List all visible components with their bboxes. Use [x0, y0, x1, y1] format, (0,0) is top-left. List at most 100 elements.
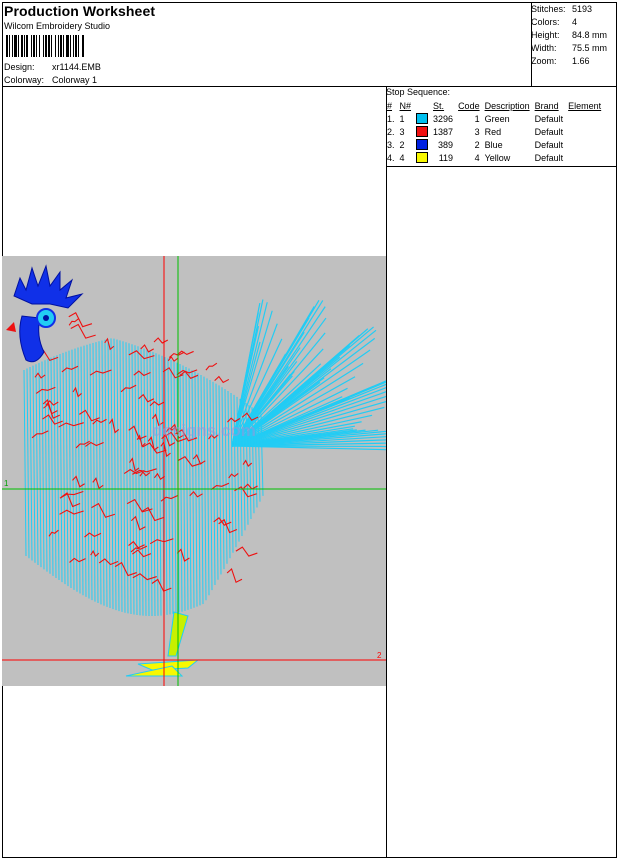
- num-cell: 3.: [387, 139, 395, 150]
- col-header-brand: Brand: [534, 100, 559, 111]
- color-swatch: [416, 152, 429, 164]
- body-stitch: [170, 359, 174, 614]
- red-stitch: [128, 425, 147, 440]
- col-header-description: Description: [484, 100, 530, 111]
- col-header-code: Code: [458, 100, 480, 111]
- stop-sequence-title: Stop Sequence:: [386, 87, 451, 97]
- colorway-label: Colorway:: [4, 75, 45, 85]
- body-stitch: [47, 358, 51, 574]
- stats-panel: Stitches: 5193 Colors: 4 Height: 84.8 mm Wi…: [531, 3, 607, 68]
- body-stitch: [224, 389, 228, 564]
- stop-sequence-table: # N# St. Code Description Brand Element …: [385, 99, 604, 164]
- col-header-stitches: St.: [433, 100, 445, 111]
- red-stitch: [72, 386, 82, 398]
- body-stitch: [206, 378, 210, 596]
- stat-value: 1.66: [572, 56, 590, 66]
- body-stitch: [221, 387, 225, 570]
- stat-zoom: Zoom: 1.66: [531, 55, 607, 68]
- stat-width: Width: 75.5 mm: [531, 42, 607, 55]
- design-row: Design: xr1144.EMB: [4, 62, 101, 72]
- body-stitch: [149, 350, 153, 617]
- red-stitch: [58, 422, 84, 428]
- col-header-element: Element: [568, 100, 602, 111]
- body-stitch: [50, 357, 54, 576]
- comb-icon: [6, 264, 84, 363]
- stat-value: 5193: [572, 4, 593, 14]
- body-stitch: [38, 362, 42, 568]
- red-stitch: [104, 337, 115, 351]
- body-stitch: [68, 350, 72, 589]
- body-stitch: [218, 385, 222, 575]
- body-stitch: [23, 369, 27, 557]
- barcode-bar: [84, 35, 85, 57]
- body-stitch: [152, 351, 156, 616]
- num-cell: 2.: [387, 126, 395, 137]
- body-stitch: [32, 365, 36, 563]
- body-stitch: [128, 343, 132, 615]
- color-swatch: [416, 113, 429, 125]
- red-stitch: [228, 472, 239, 479]
- body-stitch: [113, 338, 117, 611]
- stitches-cell: 119: [438, 152, 454, 163]
- needle-cell: 4: [399, 152, 405, 163]
- body-stitch: [107, 339, 111, 609]
- element-cell: [566, 112, 604, 125]
- body-stitch: [122, 341, 126, 613]
- body-stitch: [179, 364, 183, 612]
- body-stitch: [35, 364, 39, 565]
- body-stitch: [164, 357, 168, 615]
- element-cell: [566, 125, 604, 138]
- body-stitch: [158, 354, 162, 616]
- red-stitch: [214, 375, 230, 384]
- description-cell: Yellow: [484, 152, 511, 163]
- needle-cell: 2: [399, 139, 405, 150]
- stat-label: Zoom:: [531, 56, 557, 66]
- red-stitch: [226, 568, 243, 584]
- stat-value: 84.8 mm: [572, 30, 608, 40]
- table-header-row: # N# St. Code Description Brand Element: [385, 99, 604, 112]
- table-row: 1. 1 3296 1 Green Default: [385, 112, 604, 125]
- body-stitch: [62, 352, 66, 585]
- red-stitch: [72, 475, 85, 488]
- stitches-cell: 1387: [433, 126, 454, 137]
- stat-label: Height:: [531, 30, 560, 40]
- body-stitch: [98, 341, 102, 605]
- watermark: designs.com: [152, 421, 256, 440]
- red-stitch: [59, 509, 84, 515]
- body-stitch: [104, 339, 108, 607]
- body-stitch: [92, 342, 96, 602]
- body-stitch: [86, 344, 90, 599]
- body-stitch: [77, 347, 81, 594]
- body-stitch: [185, 367, 189, 610]
- body-stitch: [56, 355, 60, 581]
- body-stitch: [119, 340, 123, 612]
- col-header-swatch: [414, 99, 431, 112]
- red-stitch: [153, 337, 169, 344]
- stops-divider: [386, 166, 617, 167]
- color-swatch: [416, 126, 429, 138]
- body-stitch: [143, 348, 147, 616]
- body-stitch: [26, 368, 30, 559]
- swatch-cell: [414, 151, 431, 164]
- code-cell: 3: [474, 126, 480, 137]
- colorway-row: Colorway: Colorway 1: [4, 75, 97, 85]
- stat-stitches: Stitches: 5193: [531, 3, 607, 16]
- software-name: Wilcom Embroidery Studio: [4, 21, 111, 31]
- body-stitch: [227, 391, 231, 559]
- body-stitch: [167, 358, 171, 615]
- table-row: 3. 2 389 2 Blue Default: [385, 138, 604, 151]
- needle-cell: 1: [399, 113, 405, 124]
- stitches-cell: 389: [438, 139, 454, 150]
- embroidery-artwork: 1 2: [2, 256, 386, 686]
- barcode: [6, 35, 128, 57]
- needle-cell: 3: [399, 126, 405, 137]
- element-cell: [566, 151, 604, 164]
- table-row: 2. 3 1387 3 Red Default: [385, 125, 604, 138]
- red-stitch: [235, 546, 258, 557]
- body-stitch: [65, 351, 69, 587]
- body-stitch: [203, 376, 207, 601]
- guide-marker-2: 2: [377, 651, 382, 660]
- color-swatch: [416, 139, 429, 151]
- brand-cell: Default: [534, 126, 564, 137]
- body-stitch: [200, 374, 204, 605]
